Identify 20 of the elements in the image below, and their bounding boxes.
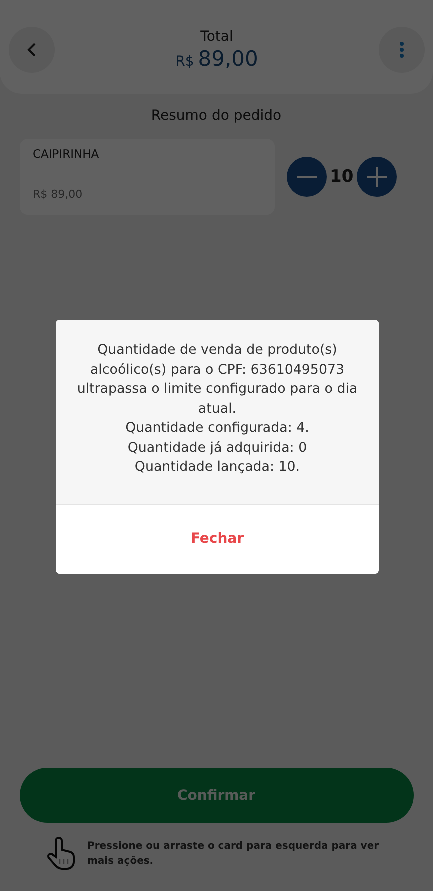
back-button[interactable] (9, 27, 55, 73)
dialog-message: Quantidade de venda de produto(s) alcoólico(s) para o CPF: 63610495073 ultrapassa o limite configurado para o dia atual. (76, 342, 359, 418)
total-label: Total (200, 29, 234, 45)
item-name: CAIPIRINHA (33, 147, 100, 161)
dialog-detail: Quantidade configurada: 4. (124, 420, 310, 438)
dialog-detail: Quantidade já adquirida: 0 (126, 440, 308, 458)
back-icon (27, 42, 37, 58)
item-price: R$ 89,00 (33, 188, 84, 201)
item-card[interactable]: CAIPIRINHA R$ 89,00 (20, 139, 275, 215)
more-vertical-icon (398, 41, 405, 59)
quantity-value: 10 (330, 167, 354, 187)
total-amount: R$ 89,00 (176, 47, 258, 71)
plus-icon (366, 167, 387, 187)
section-title: Resumo do pedido (150, 108, 283, 124)
increase-button[interactable] (356, 157, 397, 197)
decrease-button[interactable] (287, 157, 327, 197)
dialog-detail: Quantidade lançada: 10. (134, 459, 302, 477)
hand-pointer-icon (46, 837, 78, 871)
hint-text: Pressione ou arraste o card para esquerda para ver mais ações. (88, 840, 380, 869)
minus-icon (297, 176, 317, 178)
